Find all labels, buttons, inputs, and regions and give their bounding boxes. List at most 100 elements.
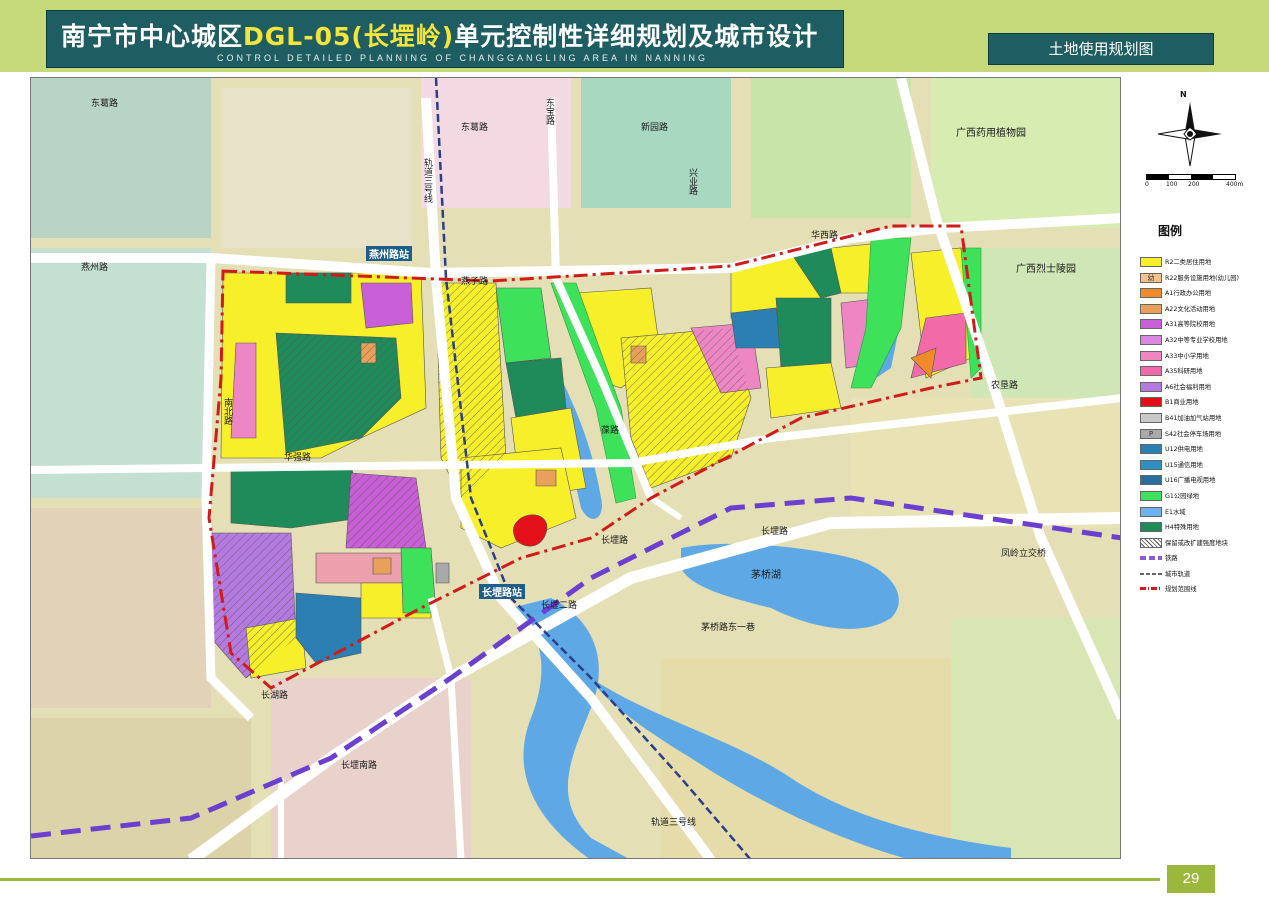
legend-swatch bbox=[1140, 556, 1162, 561]
legend-label: B1商业用地 bbox=[1165, 399, 1199, 407]
legend-swatch bbox=[1140, 319, 1162, 330]
station-yanzhou-rd: 燕州路站 bbox=[366, 246, 412, 261]
map-label-maoqiao-rd: 茅桥路东一巷 bbox=[701, 623, 756, 633]
legend-label: 城市轨道 bbox=[1165, 570, 1191, 578]
legend-label: H4特殊用地 bbox=[1165, 524, 1199, 532]
legend-label: U16广播电视用地 bbox=[1165, 477, 1216, 485]
legend-label: A32中等专业学校用地 bbox=[1165, 336, 1228, 344]
legend-item: P S42社会停车场用地 bbox=[1140, 426, 1258, 442]
legend-label: A35科研用地 bbox=[1165, 368, 1203, 376]
scale-bar bbox=[1146, 174, 1236, 180]
legend-item: U15通信用地 bbox=[1140, 457, 1258, 473]
legend-label: U12供电用地 bbox=[1165, 446, 1203, 454]
legend-swatch bbox=[1140, 288, 1162, 299]
map-canvas bbox=[31, 78, 1120, 858]
legend-item: A1行政办公用地 bbox=[1140, 285, 1258, 301]
legend-swatch bbox=[1140, 366, 1162, 377]
legend-swatch bbox=[1140, 475, 1162, 486]
document-title: 南宁市中心城区DGL-05(长堽岭)单元控制性详细规划及城市设计 bbox=[61, 17, 818, 53]
map-label-gangbei-rd: 南北路 bbox=[222, 398, 232, 425]
legend-swatch bbox=[1140, 303, 1162, 314]
legend-item: A33中小学用地 bbox=[1140, 348, 1258, 364]
legend-label: A6社会福利用地 bbox=[1165, 383, 1212, 391]
legend-swatch bbox=[1140, 459, 1162, 470]
legend-label: A31高等院校用地 bbox=[1165, 321, 1216, 329]
map-label-xingye-rd: 兴业路 bbox=[687, 168, 697, 195]
legend-label: B41加油加气站用地 bbox=[1165, 414, 1222, 422]
legend-label: A1行政办公用地 bbox=[1165, 290, 1212, 298]
legend-swatch: P bbox=[1140, 428, 1162, 439]
legend-swatch bbox=[1140, 381, 1162, 392]
scale-label-100: 100 bbox=[1166, 181, 1178, 188]
map-label-dongge-rd-2: 东葛路 bbox=[461, 123, 489, 133]
legend-swatch bbox=[1140, 506, 1162, 517]
legend-swatch bbox=[1140, 444, 1162, 455]
station-changgang-rd: 长堽路站 bbox=[479, 584, 525, 599]
legend-label: U15通信用地 bbox=[1165, 461, 1203, 469]
legend-item: H4特殊用地 bbox=[1140, 519, 1258, 535]
legend-label: R2二类居住用地 bbox=[1165, 259, 1212, 266]
legend-item: U12供电用地 bbox=[1140, 441, 1258, 457]
legend-item: 规划范围线 bbox=[1140, 581, 1258, 597]
scale-label-400: 400m bbox=[1226, 181, 1244, 188]
legend-label: 铁路 bbox=[1165, 555, 1178, 563]
legend-item: B1商业用地 bbox=[1140, 394, 1258, 410]
legend-item: A31高等院校用地 bbox=[1140, 316, 1258, 332]
map-label-changgang-rd: 长堽路 bbox=[601, 536, 629, 546]
map-label-herb-garden: 广西药用植物园 bbox=[956, 128, 1026, 139]
legend-item: A32中等专业学校用地 bbox=[1140, 332, 1258, 348]
legend-label: S42社会停车场用地 bbox=[1165, 430, 1222, 438]
legend-label: R22服务设施用地(幼儿园) bbox=[1165, 274, 1239, 282]
map-label-bao-rd: 葆路 bbox=[601, 426, 620, 436]
sheet-title: 土地使用规划图 bbox=[988, 33, 1214, 65]
scale-label-0: 0 bbox=[1145, 181, 1149, 188]
legend-swatch bbox=[1140, 397, 1162, 408]
legend-item: E1水域 bbox=[1140, 504, 1258, 520]
legend-swatch bbox=[1140, 334, 1162, 345]
legend-label: A22文化活动用地 bbox=[1165, 305, 1216, 313]
legend-title: 图例 bbox=[1158, 224, 1183, 238]
legend-item: G1公园绿地 bbox=[1140, 488, 1258, 504]
legend-label: A33中小学用地 bbox=[1165, 352, 1209, 360]
legend-item: 铁路 bbox=[1140, 550, 1258, 566]
footer-line bbox=[0, 878, 1160, 881]
legend-label: 规划范围线 bbox=[1165, 586, 1197, 594]
map-label-maoqiao-lake: 茅桥湖 bbox=[751, 570, 781, 581]
legend-list: R2二类居住用地幼 R22服务设施用地(幼儿园) A1行政办公用地 A22文化活动用地… bbox=[1140, 254, 1258, 597]
map-label-martyrs-cemetery: 广西烈士陵园 bbox=[1016, 264, 1076, 275]
legend-swatch bbox=[1140, 257, 1162, 267]
north-label: N bbox=[1180, 90, 1187, 99]
legend-item: A35科研用地 bbox=[1140, 363, 1258, 379]
title-prefix: 南宁市中心城区 bbox=[61, 22, 244, 51]
legend-item: 城市轨道 bbox=[1140, 566, 1258, 582]
map-label-rail-line-3b: 轨道三号线 bbox=[651, 818, 697, 828]
map-label-bottom-rd: 长堽二路 bbox=[541, 601, 578, 611]
legend-item: A6社会福利用地 bbox=[1140, 379, 1258, 395]
legend-item: U16广播电视用地 bbox=[1140, 472, 1258, 488]
legend-swatch: 幼 bbox=[1140, 272, 1162, 283]
map-label-changqiao-rd: 长湖路 bbox=[261, 691, 289, 701]
legend-swatch bbox=[1140, 350, 1162, 361]
legend-item: B41加油加气站用地 bbox=[1140, 410, 1258, 426]
map-label-dongge-rd-1: 东葛路 bbox=[91, 99, 119, 109]
compass-icon bbox=[1157, 102, 1222, 167]
title-suffix: 单元控制性详细规划及城市设计 bbox=[454, 22, 819, 51]
legend-item: 幼 R22服务设施用地(幼儿园) bbox=[1140, 270, 1258, 286]
title-code: DGL-05(长堽岭) bbox=[243, 22, 455, 51]
document-subtitle: CONTROL DETAILED PLANNING OF CHANGGANGLI… bbox=[217, 53, 709, 63]
legend-swatch bbox=[1140, 522, 1162, 533]
legend-label: E1水域 bbox=[1165, 508, 1186, 516]
legend-item: R2二类居住用地 bbox=[1140, 254, 1258, 270]
map-label-bottom-rd2: 长堽南路 bbox=[341, 761, 378, 771]
map-label-rail-line-3: 轨道三号线 bbox=[422, 158, 432, 203]
map-label-huaqiang-rd: 华强路 bbox=[284, 453, 312, 463]
legend-swatch bbox=[1140, 572, 1162, 575]
map-label-yanzhou-rd: 燕州路 bbox=[81, 263, 109, 273]
legend-swatch bbox=[1140, 412, 1162, 423]
legend-swatch bbox=[1140, 537, 1162, 548]
land-use-map: 东葛路 东葛路 新园路 燕子路 华西路 东宝路 兴业路 葆路 华强路 南北路 轨… bbox=[30, 77, 1121, 859]
map-label-nongken-rd: 农垦路 bbox=[991, 381, 1019, 391]
legend-item: 保留或改扩建强度地块 bbox=[1140, 535, 1258, 551]
map-legend: N 0 100 200 400m 图例 R2二类居住用地幼 R22服务设施用地(幼… bbox=[1128, 86, 1258, 606]
legend-item: A22文化活动用地 bbox=[1140, 301, 1258, 317]
